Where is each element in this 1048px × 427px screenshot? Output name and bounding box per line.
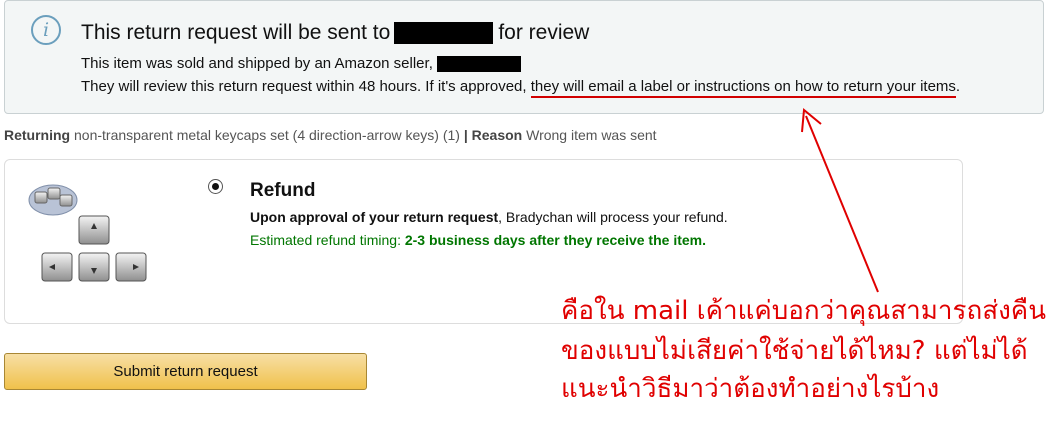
alert-title-after: for review (498, 21, 590, 44)
summary-separator: | (463, 127, 468, 143)
seller-info-text: This item was sold and shipped by an Ama… (81, 55, 433, 72)
refund-approval-bold: Upon approval of your return request (250, 209, 499, 225)
reason-label: Reason (471, 127, 523, 143)
keycaps-product-image (28, 184, 147, 282)
seller-review-alert: i This return request will be sent to for… (4, 0, 1044, 114)
alert-title: This return request will be sent to for r… (81, 21, 589, 45)
returning-label: Returning (4, 127, 71, 143)
refund-title: Refund (250, 180, 316, 201)
seller-info-line: This item was sold and shipped by an Ama… (81, 55, 521, 73)
annotation-text-line-2: ของแบบไม่เสียค่าใช้จ่ายได้ไหม? แต่ไม่ได้ (561, 336, 1028, 366)
email-instructions-text: they will email a label or instructions … (530, 78, 956, 98)
info-icon: i (31, 15, 61, 45)
submit-return-request-button[interactable]: Submit return request (4, 353, 367, 390)
reason-value: Wrong item was sent (526, 127, 657, 143)
returning-item: non-transparent metal keycaps set (4 dir… (74, 127, 460, 143)
review-info-line: They will review this return request wit… (81, 78, 961, 98)
refund-timing-value: 2-3 business days after they receive the… (404, 232, 706, 248)
refund-approval-rest: , Bradychan will process your refund. (498, 209, 728, 225)
alert-title-before: This return request will be sent to (81, 21, 391, 44)
return-summary: Returning non-transparent metal keycaps … (4, 127, 657, 143)
refund-radio-button[interactable] (208, 179, 223, 194)
annotation-text-line-1: คือใน mail เค้าแค่บอกว่าคุณสามารถส่งคืน (561, 296, 1046, 326)
redacted-seller-name (394, 22, 494, 45)
annotation-text-line-3: แนะนำวิธีมาว่าต้องทำอย่างไรบ้าง (561, 374, 940, 404)
refund-timing-label: Estimated refund timing: (250, 232, 401, 248)
review-info-end: . (955, 78, 961, 95)
redacted-seller-name-2 (436, 56, 521, 73)
review-info-text: They will review this return request wit… (81, 78, 527, 95)
refund-timing: Estimated refund timing: 2-3 business da… (250, 232, 706, 248)
refund-approval-text: Upon approval of your return request, Br… (250, 209, 728, 225)
